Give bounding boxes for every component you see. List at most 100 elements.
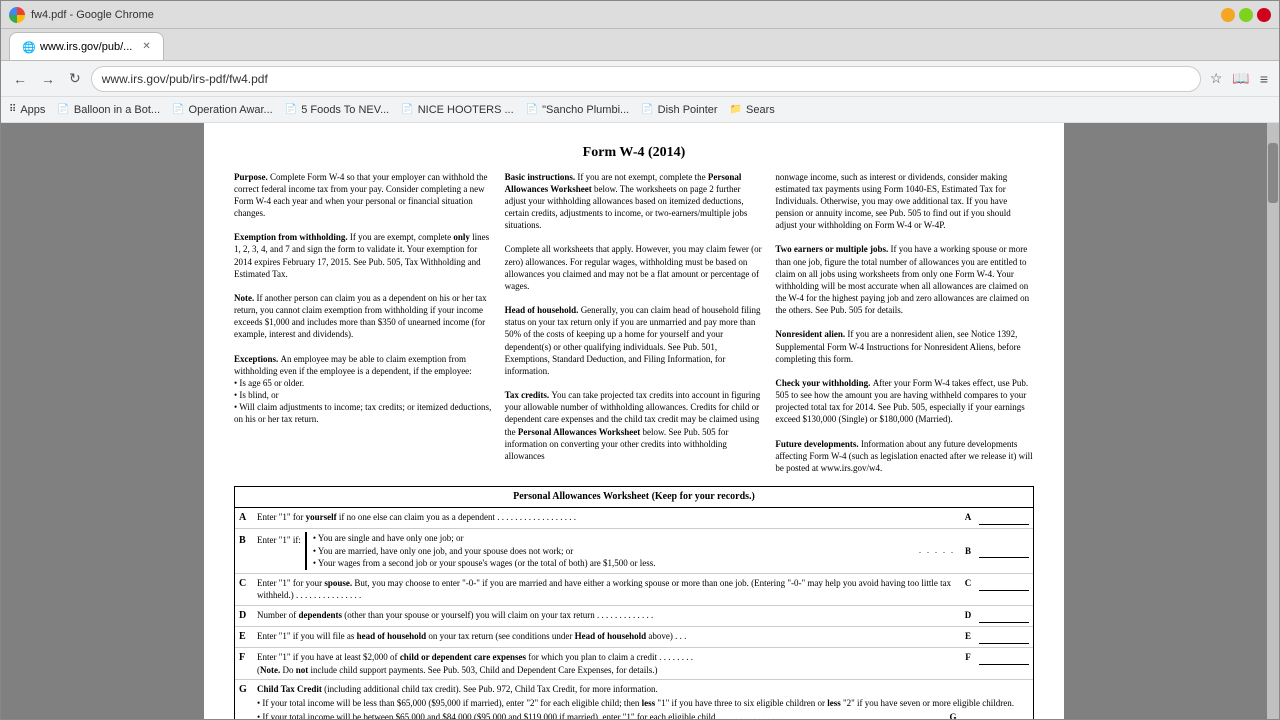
menu-icon[interactable]: ≡ bbox=[1257, 69, 1271, 89]
exemption-heading: Exemption from withholding. bbox=[234, 232, 350, 242]
operation-label: Operation Awar... bbox=[189, 104, 273, 116]
url-text: www.irs.gov/pub/irs-pdf/fw4.pdf bbox=[102, 72, 268, 86]
row-b-sub2: • You are married, have only one job, an… bbox=[313, 545, 915, 558]
row-a-end-letter: A bbox=[959, 511, 977, 524]
note-text: If another person can claim you as a dep… bbox=[234, 293, 487, 339]
sears-label: Sears bbox=[746, 104, 775, 116]
worksheet-row-d: D Number of dependents (other than your … bbox=[235, 606, 1033, 627]
bookmark-dish[interactable]: 📄 Dish Pointer bbox=[641, 104, 717, 116]
row-d-letter: D bbox=[239, 609, 257, 623]
row-d-content: Number of dependents (other than your sp… bbox=[257, 609, 959, 622]
worksheet-row-a: A Enter "1" for yourself if no one else … bbox=[235, 508, 1033, 529]
two-earners-heading: Two earners or multiple jobs. bbox=[775, 244, 890, 254]
row-b-letter: B bbox=[239, 532, 257, 548]
bookmark-operation[interactable]: 📄 Operation Awar... bbox=[172, 104, 273, 116]
bookmark-sancho[interactable]: 📄 "Sancho Plumbi... bbox=[526, 104, 630, 116]
nonwage-text: nonwage income, such as interest or divi… bbox=[775, 171, 1034, 232]
row-e-end-letter: E bbox=[959, 630, 977, 643]
bookmark-5foods[interactable]: 📄 5 Foods To NEV... bbox=[285, 104, 390, 116]
window-controls bbox=[1221, 8, 1271, 22]
bookmark-balloon[interactable]: 📄 Balloon in a Bot... bbox=[57, 104, 160, 116]
row-a-input bbox=[979, 511, 1029, 525]
worksheet-title: Personal Allowances Worksheet (Keep for … bbox=[235, 487, 1033, 508]
nicehooters-label: NICE HOOTERS ... bbox=[418, 104, 514, 116]
row-f-letter: F bbox=[239, 651, 257, 665]
5foods-label: 5 Foods To NEV... bbox=[301, 104, 389, 116]
row-c-end-letter: C bbox=[959, 577, 977, 590]
close-button[interactable] bbox=[1257, 8, 1271, 22]
active-tab[interactable]: 🌐 www.irs.gov/pub/... ✕ bbox=[9, 32, 164, 60]
nicehooters-favicon: 📄 bbox=[401, 104, 413, 115]
worksheet-row-f: F Enter "1" if you have at least $2,000 … bbox=[235, 648, 1033, 680]
row-d-end-letter: D bbox=[959, 609, 977, 622]
bookmark-apps[interactable]: ⠿ Apps bbox=[9, 104, 45, 116]
exception-item-3: • Will claim adjustments to income; tax … bbox=[234, 401, 493, 425]
complete-all-text: Complete all worksheets that apply. Howe… bbox=[505, 243, 764, 292]
sancho-label: "Sancho Plumbi... bbox=[542, 104, 629, 116]
row-e-letter: E bbox=[239, 630, 257, 644]
maximize-button[interactable] bbox=[1239, 8, 1253, 22]
future-developments-heading: Future developments. bbox=[775, 439, 861, 449]
exceptions-heading: Exceptions. bbox=[234, 354, 281, 364]
bookmark-icon[interactable]: 📖 bbox=[1229, 68, 1252, 89]
browser-window: fw4.pdf - Google Chrome 🌐 www.irs.gov/pu… bbox=[0, 0, 1280, 720]
reload-button[interactable]: ↻ bbox=[65, 68, 85, 89]
row-g-title: Child Tax Credit (including additional c… bbox=[257, 683, 1029, 696]
tax-credits-heading: Tax credits. bbox=[505, 390, 552, 400]
row-g-input bbox=[964, 710, 1014, 719]
pdf-scroll-area[interactable]: Form W-4 (2014) Purpose. Complete Form W… bbox=[1, 123, 1267, 719]
note-heading: Note. bbox=[234, 293, 257, 303]
pdf-viewer: Form W-4 (2014) Purpose. Complete Form W… bbox=[1, 123, 1279, 719]
operation-favicon: 📄 bbox=[172, 104, 184, 115]
col3: nonwage income, such as interest or divi… bbox=[775, 171, 1034, 475]
forward-button[interactable]: → bbox=[37, 69, 59, 89]
vertical-scrollbar[interactable] bbox=[1267, 123, 1279, 719]
row-f-input bbox=[979, 651, 1029, 665]
worksheet-row-e: E Enter "1" if you will file as head of … bbox=[235, 627, 1033, 648]
head-of-household-heading: Head of household. bbox=[505, 305, 581, 315]
title-bar: fw4.pdf - Google Chrome bbox=[1, 1, 1279, 29]
pdf-page: Form W-4 (2014) Purpose. Complete Form W… bbox=[204, 123, 1064, 719]
row-b-dots: . . . . . bbox=[919, 545, 955, 556]
tab-label: www.irs.gov/pub/... bbox=[40, 41, 132, 53]
sancho-favicon: 📄 bbox=[526, 104, 538, 115]
check-withholding-heading: Check your withholding. bbox=[775, 378, 872, 388]
back-button[interactable]: ← bbox=[9, 69, 31, 89]
row-d-input bbox=[979, 609, 1029, 623]
row-b-intro: Enter "1" if: bbox=[257, 532, 301, 547]
row-g-sub2: • If your total income will be between $… bbox=[257, 711, 944, 719]
bookmark-sears[interactable]: 📁 Sears bbox=[730, 104, 775, 116]
star-icon[interactable]: ☆ bbox=[1207, 68, 1226, 89]
tab-favicon: 🌐 bbox=[22, 41, 34, 53]
row-g-letter: G bbox=[239, 683, 257, 697]
row-a-letter: A bbox=[239, 511, 257, 525]
scrollbar-thumb[interactable] bbox=[1268, 143, 1278, 203]
exception-item-2: • Is blind, or bbox=[234, 389, 493, 401]
tab-close-button[interactable]: ✕ bbox=[142, 41, 150, 52]
row-e-input bbox=[979, 630, 1029, 644]
tax-credits-text: You can take projected tax credits into … bbox=[505, 390, 761, 461]
worksheet-row-g: G Child Tax Credit (including additional… bbox=[235, 680, 1033, 719]
apps-grid-icon: ⠿ bbox=[9, 104, 16, 115]
row-a-content: Enter "1" for yourself if no one else ca… bbox=[257, 511, 959, 524]
balloon-favicon: 📄 bbox=[57, 104, 69, 115]
nav-icon-group: ☆ 📖 ≡ bbox=[1207, 68, 1271, 89]
chrome-logo-icon bbox=[9, 7, 25, 23]
form-title: Form W-4 (2014) bbox=[234, 143, 1034, 163]
bookmark-nicehooters[interactable]: 📄 NICE HOOTERS ... bbox=[401, 104, 513, 116]
address-bar[interactable]: www.irs.gov/pub/irs-pdf/fw4.pdf bbox=[91, 66, 1201, 92]
dish-label: Dish Pointer bbox=[658, 104, 718, 116]
row-b-sub3: • Your wages from a second job or your s… bbox=[313, 557, 915, 570]
worksheet-row-c: C Enter "1" for your spouse. But, you ma… bbox=[235, 574, 1033, 606]
nav-bar: ← → ↻ www.irs.gov/pub/irs-pdf/fw4.pdf ☆ … bbox=[1, 61, 1279, 97]
balloon-label: Balloon in a Bot... bbox=[74, 104, 160, 116]
tab-bar: 🌐 www.irs.gov/pub/... ✕ bbox=[1, 29, 1279, 61]
sears-favicon: 📁 bbox=[730, 104, 742, 115]
nonresident-heading: Nonresident alien. bbox=[775, 329, 847, 339]
5foods-favicon: 📄 bbox=[285, 104, 297, 115]
exception-item-1: • Is age 65 or older. bbox=[234, 377, 493, 389]
row-g-end-letter: G bbox=[944, 711, 962, 719]
minimize-button[interactable] bbox=[1221, 8, 1235, 22]
row-c-letter: C bbox=[239, 577, 257, 591]
two-earners-text: If you have a working spouse or more tha… bbox=[775, 244, 1029, 315]
